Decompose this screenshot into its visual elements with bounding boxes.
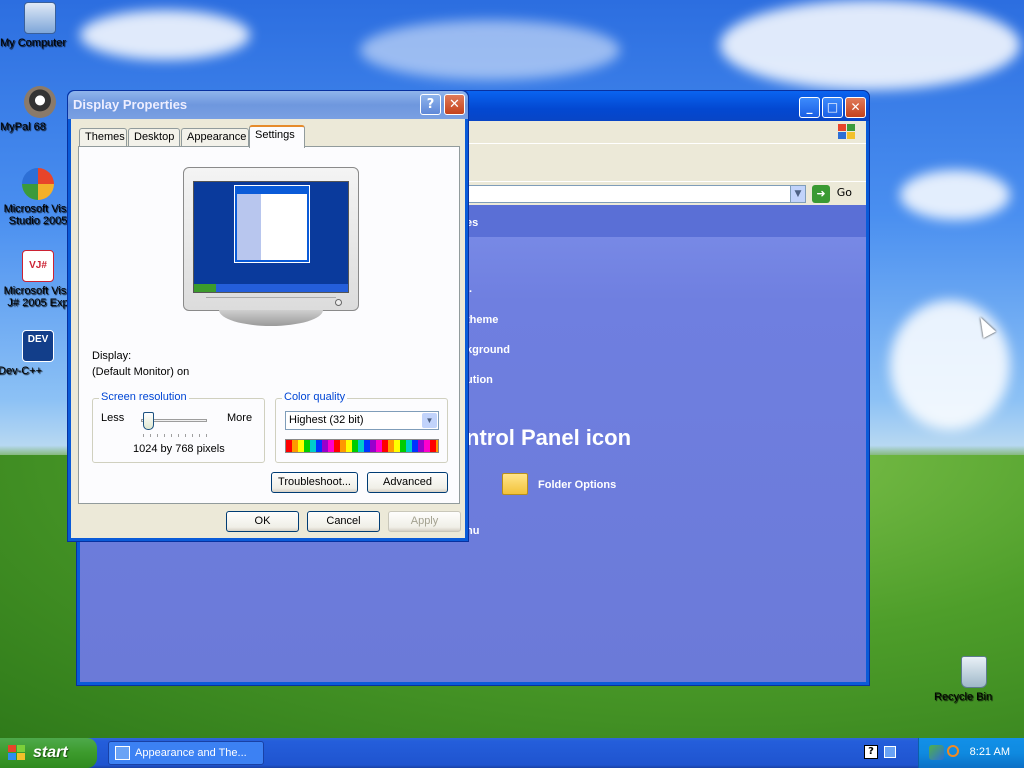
wallpaper-cloud <box>360 20 620 80</box>
raccoon-icon <box>24 86 56 118</box>
taskbar-window-label: Appearance and The... <box>135 747 247 759</box>
task-link-background[interactable]: kground <box>466 344 510 356</box>
wallpaper-cloud <box>80 10 250 60</box>
apply-button[interactable]: Apply <box>388 511 461 532</box>
windows-logo-icon <box>8 745 26 761</box>
visual-studio-icon <box>22 168 54 200</box>
devcpp-icon: DEV <box>22 330 54 362</box>
task-link-theme[interactable]: theme <box>466 314 498 326</box>
help-button[interactable]: ? <box>420 94 441 115</box>
wallpaper-cloud <box>720 0 1020 90</box>
color-quality-select[interactable]: Highest (32 bit) ▼ <box>285 411 439 430</box>
minimize-button[interactable]: _ <box>799 97 820 118</box>
dialog-body: Themes Desktop Appearance Settings Displ… <box>71 119 465 538</box>
cancel-button[interactable]: Cancel <box>307 511 380 532</box>
recycle-bin-icon <box>961 656 987 688</box>
address-input[interactable] <box>460 185 806 203</box>
less-label: Less <box>101 412 125 424</box>
desktop-icon-recycle-bin[interactable]: Recycle Bin <box>934 656 1014 703</box>
search-icon[interactable] <box>947 745 959 757</box>
computer-icon <box>24 2 56 34</box>
vjsharp-badge: VJ# <box>29 260 47 271</box>
vjsharp-icon: VJ# <box>22 250 54 282</box>
windows-logo-icon <box>838 124 856 140</box>
task-link-resolution[interactable]: ution <box>466 374 493 386</box>
start-button[interactable]: start <box>0 738 97 768</box>
tab-themes[interactable]: Themes <box>79 128 127 147</box>
wallpaper-cloud <box>890 300 1010 430</box>
display-label: Display: <box>92 350 132 362</box>
go-button[interactable]: Go <box>837 186 852 199</box>
monitor-stand <box>219 310 323 326</box>
color-quality-value: Highest (32 bit) <box>289 414 364 426</box>
settings-panel: Display: (Default Monitor) on Screen res… <box>78 146 460 504</box>
resolution-slider-ticks <box>143 434 207 437</box>
taskbar-window-button[interactable]: Appearance and The... <box>108 741 264 765</box>
monitor-tray-icon[interactable] <box>884 746 896 758</box>
dialog-title: Display Properties <box>73 97 188 112</box>
help-icon[interactable]: ? <box>864 745 878 759</box>
chevron-down-icon[interactable]: ▼ <box>422 413 437 428</box>
screen-resolution-legend: Screen resolution <box>99 391 189 403</box>
tab-appearance[interactable]: Appearance <box>181 128 249 147</box>
dev-badge: DEV <box>27 334 49 345</box>
network-icon[interactable] <box>929 745 944 760</box>
display-value: (Default Monitor) on <box>92 366 190 378</box>
control-panel-icon <box>115 746 130 760</box>
preview-window <box>234 185 310 263</box>
maximize-button[interactable]: □ <box>822 97 843 118</box>
monitor-preview <box>183 167 359 311</box>
system-tray: 8:21 AM <box>918 738 1024 768</box>
tab-desktop[interactable]: Desktop <box>128 128 180 147</box>
display-properties-dialog: Display Properties ? ✕ Themes Desktop Ap… <box>67 90 469 542</box>
start-label: start <box>33 744 68 761</box>
color-quality-legend: Color quality <box>282 391 348 403</box>
tab-settings[interactable]: Settings <box>249 125 305 148</box>
resolution-slider-thumb[interactable] <box>142 412 154 430</box>
desktop-icon-my-computer[interactable]: My Computer <box>0 2 80 49</box>
wallpaper-cloud <box>900 170 1010 220</box>
resolution-value: 1024 by 768 pixels <box>133 443 225 455</box>
close-button[interactable]: ✕ <box>845 97 866 118</box>
dialog-close-button[interactable]: ✕ <box>444 94 465 115</box>
clock[interactable]: 8:21 AM <box>970 746 1010 758</box>
folder-options-link[interactable]: Folder Options <box>538 479 616 491</box>
power-icon <box>335 299 342 306</box>
troubleshoot-button[interactable]: Troubleshoot... <box>271 472 358 493</box>
advanced-button[interactable]: Advanced <box>367 472 448 493</box>
folder-icon[interactable] <box>502 473 528 495</box>
more-label: More <box>227 412 253 424</box>
color-spectrum-bar <box>285 439 439 453</box>
screen-resolution-group: Screen resolution Less More 1024 by 768 … <box>92 391 265 463</box>
go-arrow-icon[interactable]: ➜ <box>812 185 830 203</box>
monitor-screen <box>193 181 349 293</box>
ok-button[interactable]: OK <box>226 511 299 532</box>
color-quality-group: Color quality Highest (32 bit) ▼ <box>275 391 448 463</box>
pick-icon-heading: ntrol Panel icon <box>466 425 632 450</box>
dialog-titlebar[interactable]: Display Properties ? ✕ <box>68 91 468 119</box>
address-dropdown-arrow[interactable]: ▼ <box>790 185 806 203</box>
